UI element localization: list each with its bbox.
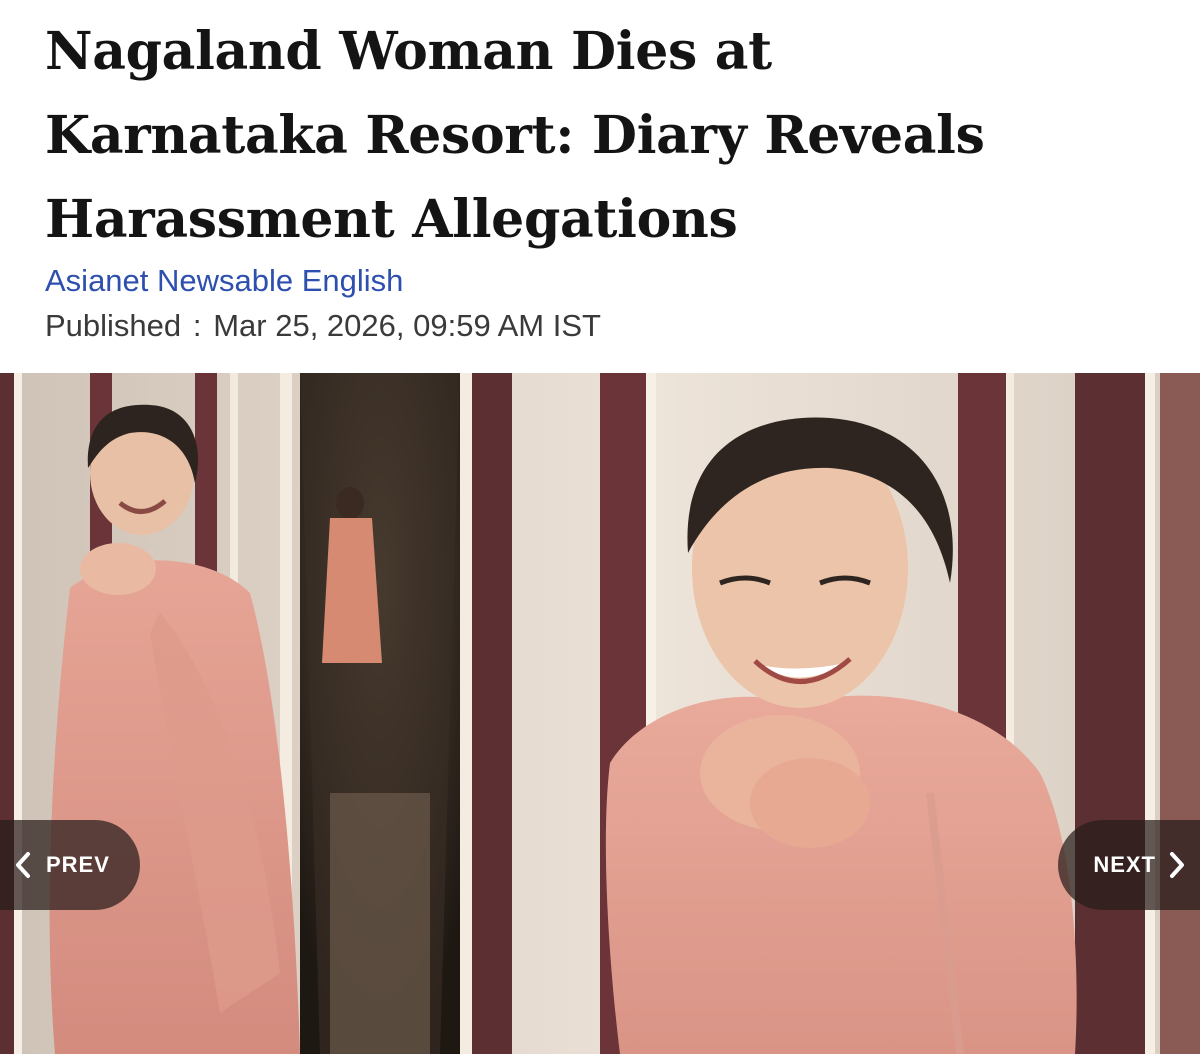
headline-line-1: Nagaland Woman Dies at (45, 21, 772, 82)
source-link[interactable]: Asianet Newsable English (45, 263, 403, 299)
prev-button[interactable]: PREV (0, 820, 140, 910)
gallery-photo (0, 373, 1200, 1054)
headline-line-3: Harassment Allegations (45, 189, 738, 250)
next-button[interactable]: NEXT (1058, 820, 1200, 910)
published-value: Mar 25, 2026, 09:59 AM IST (213, 308, 601, 343)
published-separator: : (192, 308, 202, 343)
chevron-left-icon (16, 852, 30, 878)
headline-line-2: Karnataka Resort: Diary Reveals (45, 105, 985, 166)
article-headline: Nagaland Woman Dies at Karnataka Resort:… (45, 10, 1165, 262)
published-label: Published (45, 308, 182, 343)
prev-label: PREV (46, 852, 110, 877)
next-label: NEXT (1093, 852, 1156, 877)
photo-gallery: PREV NEXT (0, 373, 1200, 1054)
chevron-right-icon (1170, 852, 1184, 878)
published-date: Published : Mar 25, 2026, 09:59 AM IST (45, 308, 601, 344)
